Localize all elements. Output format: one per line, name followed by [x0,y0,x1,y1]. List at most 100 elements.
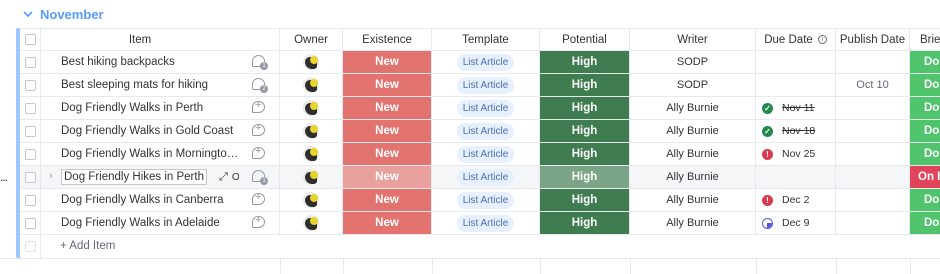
add-update-icon[interactable]: + [252,214,266,230]
brief-cell[interactable]: Don [910,189,940,211]
add-update-icon[interactable]: + [252,145,266,161]
brief-cell[interactable]: Don [910,212,940,234]
template-tag[interactable]: List Article [456,122,515,140]
column-header-brief[interactable]: Briefe [910,29,940,50]
table-row[interactable]: Dog Friendly Walks in Canberra + New Lis… [20,189,940,212]
table-row[interactable]: Best sleeping mats for hiking 2 New List… [20,74,940,97]
publish-date-cell[interactable] [836,51,910,73]
owner-cell[interactable] [280,74,343,96]
avatar[interactable] [303,77,319,93]
table-row[interactable]: › Dog Friendly Hikes in Perth ⤢Open 1 Ne… [20,166,940,189]
brief-status[interactable]: Don [910,212,940,234]
row-checkbox[interactable] [24,125,36,137]
add-item-button[interactable]: + Add Item [60,240,115,252]
template-tag[interactable]: List Article [456,53,515,71]
add-update-icon[interactable]: + [252,122,266,138]
select-all-checkbox[interactable] [24,34,36,45]
owner-cell[interactable] [280,189,343,211]
due-date-cell[interactable] [756,166,836,188]
brief-status[interactable]: Don [910,120,940,142]
potential-cell[interactable]: High [540,212,630,234]
owner-cell[interactable] [280,166,343,188]
updates-icon[interactable]: 1 [252,170,268,185]
owner-cell[interactable] [280,143,343,165]
updates-icon[interactable]: 1 [252,55,268,70]
updates-cell[interactable]: + [239,97,280,119]
avatar[interactable] [303,215,319,231]
avatar[interactable] [303,146,319,162]
owner-cell[interactable] [280,51,343,73]
row-checkbox[interactable] [24,56,36,68]
avatar[interactable] [303,123,319,139]
owner-cell[interactable] [280,120,343,142]
item-name[interactable]: Dog Friendly Hikes in Perth [61,169,207,185]
item-name[interactable]: Best sleeping mats for hiking [61,79,239,91]
owner-cell[interactable] [280,212,343,234]
updates-cell[interactable]: 1 [239,166,280,188]
potential-status[interactable]: High [540,143,629,165]
row-checkbox[interactable] [24,148,36,160]
existence-status[interactable]: New [343,51,431,73]
existence-cell[interactable]: New [343,97,432,119]
brief-cell[interactable]: Don [910,97,940,119]
due-date-cell[interactable]: ! Dec 2 [756,189,836,211]
chevron-down-icon[interactable] [22,8,34,20]
template-cell[interactable]: List Article [432,51,540,73]
existence-cell[interactable]: New [343,120,432,142]
updates-cell[interactable]: + [239,143,280,165]
item-cell[interactable]: Dog Friendly Walks in Mornington Penins.… [41,143,239,165]
template-cell[interactable]: List Article [432,74,540,96]
due-date-cell[interactable]: ! Nov 25 [756,143,836,165]
publish-date-cell[interactable] [836,120,910,142]
updates-icon[interactable]: 2 [252,78,268,93]
column-header-existence[interactable]: Existence [343,29,432,50]
writer-cell[interactable]: Ally Burnie [630,120,756,142]
row-checkbox[interactable] [24,194,36,206]
due-date-cell[interactable]: Dec 9 [756,212,836,234]
template-cell[interactable]: List Article [432,189,540,211]
existence-status[interactable]: New [343,212,431,234]
potential-cell[interactable]: High [540,143,630,165]
publish-date-cell[interactable] [836,97,910,119]
item-name[interactable]: Dog Friendly Walks in Perth [61,102,239,114]
updates-cell[interactable]: + [239,189,280,211]
brief-status[interactable]: Don [910,189,940,211]
item-name[interactable]: Dog Friendly Walks in Gold Coast [61,125,239,137]
updates-cell[interactable]: + [239,120,280,142]
brief-status[interactable]: Don [910,97,940,119]
potential-status[interactable]: High [540,97,629,119]
potential-cell[interactable]: High [540,97,630,119]
writer-cell[interactable]: SODP [630,74,756,96]
add-update-icon[interactable]: + [252,99,266,115]
writer-cell[interactable]: Ally Burnie [630,166,756,188]
column-header-publish-date[interactable]: Publish Date [836,29,910,50]
item-cell[interactable]: Dog Friendly Hikes in Perth ⤢Open [41,166,239,188]
info-icon[interactable]: i [817,35,827,44]
brief-cell[interactable]: On Ho [910,166,940,188]
group-title[interactable]: November [40,7,104,22]
existence-cell[interactable]: New [343,143,432,165]
item-name[interactable]: Dog Friendly Walks in Adelaide [61,217,239,229]
existence-cell[interactable]: New [343,74,432,96]
owner-cell[interactable] [280,97,343,119]
potential-cell[interactable]: High [540,51,630,73]
brief-cell[interactable]: Don [910,120,940,142]
row-checkbox[interactable] [24,217,36,229]
row-menu-icon[interactable]: ... [0,170,8,184]
existence-cell[interactable]: New [343,166,432,188]
column-header-owner[interactable]: Owner [280,29,343,50]
brief-cell[interactable]: Don [910,51,940,73]
potential-status[interactable]: High [540,166,629,188]
avatar[interactable] [303,100,319,116]
publish-date-cell[interactable] [836,166,910,188]
updates-cell[interactable]: 2 [239,74,280,96]
template-cell[interactable]: List Article [432,97,540,119]
table-row[interactable]: Dog Friendly Walks in Perth + New List A… [20,97,940,120]
publish-date-cell[interactable] [836,143,910,165]
add-item-row[interactable]: + Add Item [20,235,940,259]
existence-status[interactable]: New [343,143,431,165]
template-tag[interactable]: List Article [456,76,515,94]
row-checkbox[interactable] [24,102,36,114]
avatar[interactable] [303,192,319,208]
avatar[interactable] [303,54,319,70]
